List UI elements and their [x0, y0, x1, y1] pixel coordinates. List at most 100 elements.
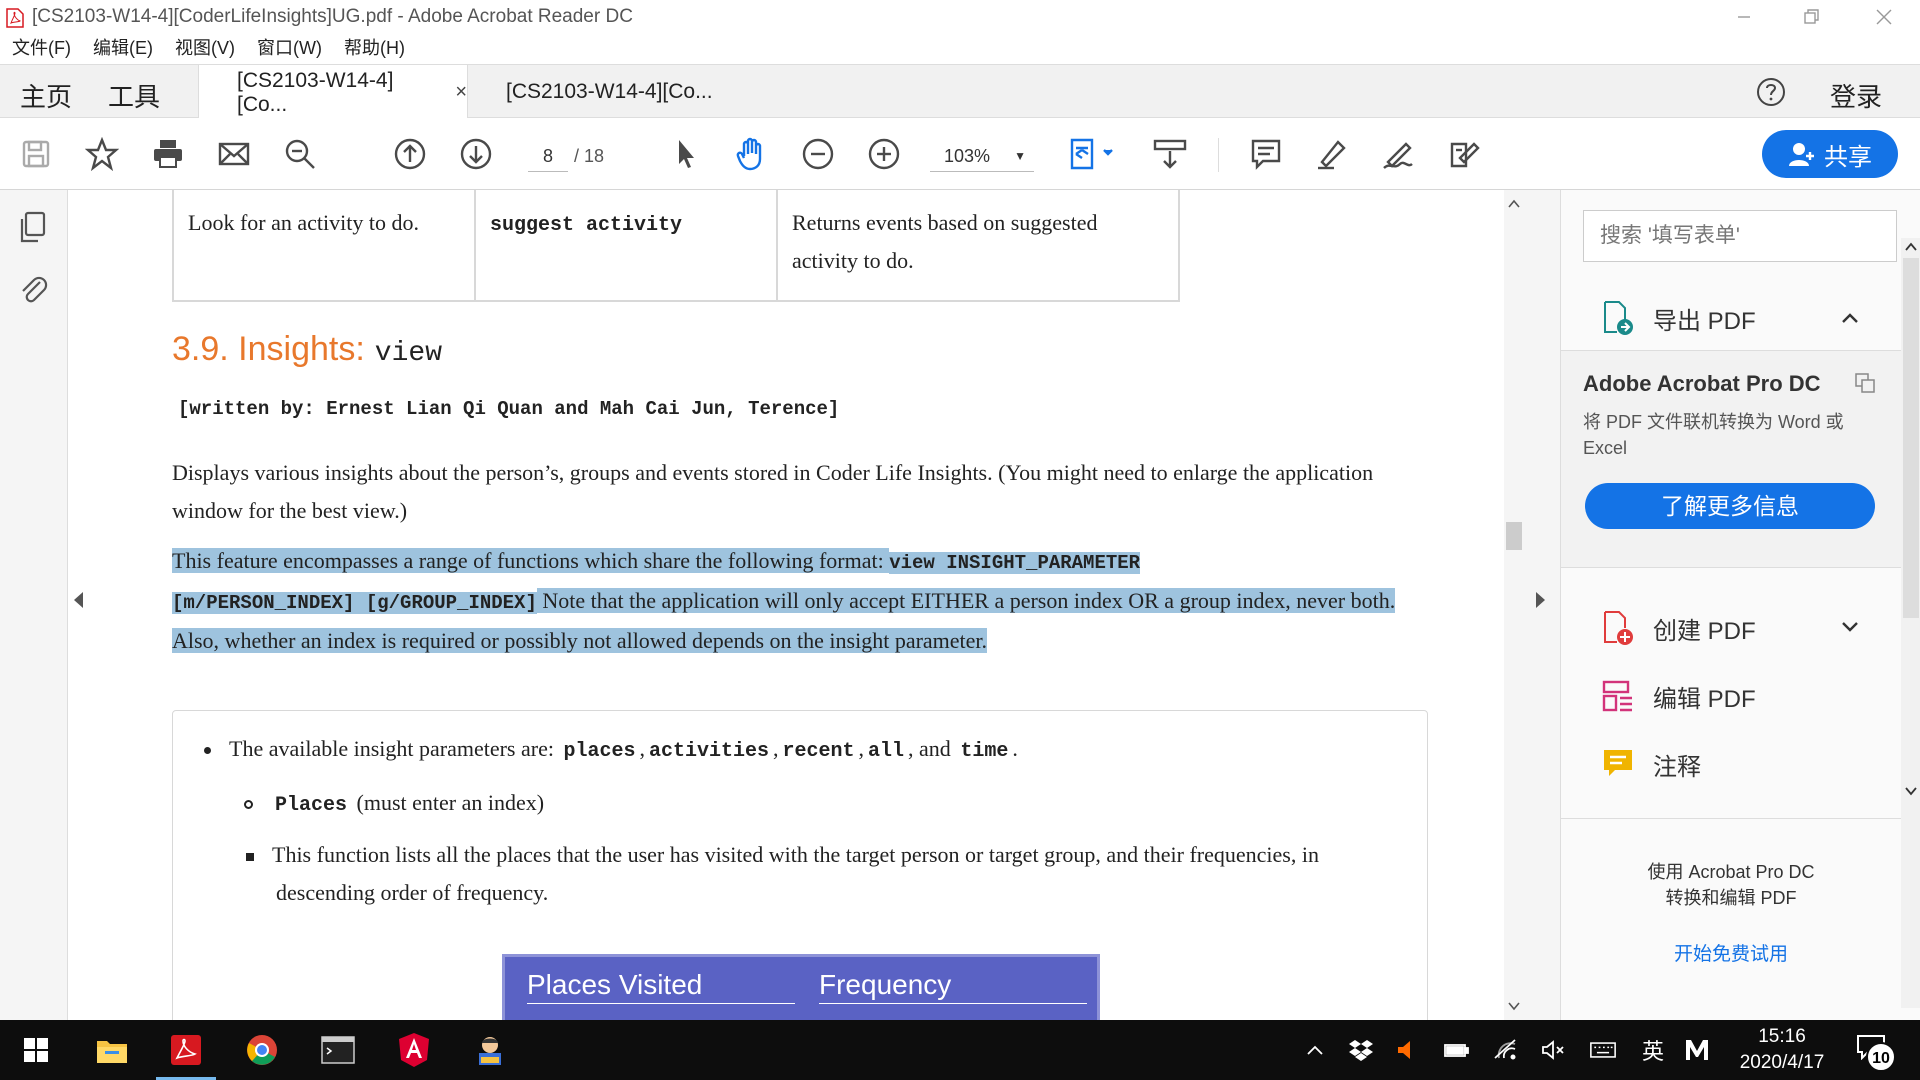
chevron-up-icon[interactable]: [1905, 242, 1917, 252]
attachment-icon[interactable]: [16, 272, 52, 308]
scrollbar-thumb[interactable]: [1903, 258, 1919, 618]
menu-window[interactable]: 窗口(W): [257, 34, 322, 64]
copy-icon[interactable]: [1853, 371, 1879, 395]
share-label: 共享: [1824, 143, 1872, 171]
email-button[interactable]: [214, 134, 254, 174]
taskbar-app-person[interactable]: [470, 1030, 510, 1070]
draw-button[interactable]: [1378, 134, 1418, 174]
menu-help[interactable]: 帮助(H): [344, 34, 405, 64]
comment-label: 注释: [1653, 753, 1701, 781]
edit-pdf-item[interactable]: 编辑 PDF: [1601, 678, 1756, 714]
export-pdf-icon: [1604, 301, 1633, 335]
restore-icon: [1804, 9, 1819, 24]
zoom-in-button[interactable]: [864, 134, 904, 174]
comment-tool-icon: [1604, 750, 1632, 776]
login-link[interactable]: 登录: [1830, 77, 1882, 114]
highlight-button[interactable]: [1312, 134, 1352, 174]
comment-button[interactable]: [1246, 134, 1286, 174]
help-icon[interactable]: [1756, 77, 1786, 107]
taskbar-terminal[interactable]: [318, 1030, 358, 1070]
table-cell: suggest activity: [474, 190, 778, 302]
comment-item[interactable]: 注释: [1601, 746, 1701, 782]
ime-m-icon: [1686, 1040, 1708, 1060]
chevron-down-icon[interactable]: [1841, 620, 1859, 632]
menu-file[interactable]: 文件(F): [12, 34, 71, 64]
tab-home[interactable]: 主页: [20, 77, 72, 114]
start-button[interactable]: [16, 1030, 56, 1070]
export-pdf-item[interactable]: 导出 PDF: [1601, 300, 1756, 336]
bullet: [246, 852, 254, 861]
trial-line-1: 使用 Acrobat Pro DC: [1647, 862, 1815, 882]
print-button[interactable]: [148, 134, 188, 174]
tray-wifi-icon[interactable]: [1492, 1038, 1518, 1062]
taskbar-angular[interactable]: [394, 1030, 434, 1070]
page-thumbnails-icon[interactable]: [16, 210, 52, 246]
save-button[interactable]: [16, 134, 56, 174]
tab-close-icon[interactable]: ×: [455, 81, 467, 104]
hand-tool-button[interactable]: [732, 134, 772, 174]
chevron-up-icon[interactable]: [1841, 312, 1859, 324]
trial-description: 使用 Acrobat Pro DC 转换和编辑 PDF: [1561, 859, 1901, 911]
dropbox-icon: [1349, 1040, 1373, 1061]
chevron-up-icon[interactable]: [1508, 198, 1520, 210]
tray-speaker-app-icon[interactable]: [1394, 1038, 1420, 1062]
commands-table: Look for an activity to do. suggest acti…: [172, 190, 1180, 302]
find-button[interactable]: [280, 134, 320, 174]
tray-dropbox-icon[interactable]: [1348, 1038, 1374, 1062]
tab-document-active[interactable]: [CS2103-W14-4][Co... ×: [198, 65, 468, 120]
zoom-search-icon: [285, 139, 315, 169]
highlighted-code: [m/PERSON_INDEX] [g/GROUP_INDEX]: [172, 592, 537, 614]
taskbar: 英 15:16 2020/4/17 10: [0, 1020, 1920, 1080]
document-scrollbar[interactable]: [1504, 190, 1524, 1020]
tools-search-input[interactable]: 搜索 '填写表单': [1583, 210, 1897, 262]
taskbar-chrome[interactable]: [242, 1030, 282, 1070]
select-tool-button[interactable]: [666, 134, 706, 174]
restore-button[interactable]: [1792, 4, 1832, 30]
right-panel-scrollbar[interactable]: [1901, 238, 1920, 1008]
create-pdf-item[interactable]: 创建 PDF: [1601, 610, 1756, 646]
chevron-down-icon[interactable]: [1508, 1000, 1520, 1012]
tray-keyboard-icon[interactable]: [1590, 1038, 1616, 1062]
fill-sign-button[interactable]: [1444, 134, 1484, 174]
page-number-input[interactable]: 8: [528, 140, 568, 172]
table-row: Look for an activity to do. suggest acti…: [172, 190, 1180, 302]
zoom-out-button[interactable]: [798, 134, 838, 174]
tray-ime-language[interactable]: 英: [1640, 1038, 1666, 1064]
bookmark-button[interactable]: [82, 134, 122, 174]
right-tools-panel: 搜索 '填写表单' 导出 PDF Adobe Acrobat Pro DC 将 …: [1560, 190, 1920, 1020]
taskbar-acrobat[interactable]: [156, 1030, 216, 1080]
paragraph-format: This feature encompasses a range of func…: [172, 542, 1442, 660]
next-page-button[interactable]: [456, 134, 496, 174]
minimize-button[interactable]: [1724, 4, 1764, 30]
list-item: This function lists all the places that …: [246, 836, 1376, 912]
prev-page-button[interactable]: [390, 134, 430, 174]
comment-icon: [1251, 139, 1281, 170]
scroll-mode-button[interactable]: [1150, 134, 1190, 174]
fit-page-button[interactable]: [1066, 134, 1120, 174]
menu-view[interactable]: 视图(V): [175, 34, 235, 64]
inline-code: activities: [648, 740, 770, 763]
collapse-right-panel-icon[interactable]: [1536, 592, 1545, 608]
scrollbar-thumb[interactable]: [1506, 522, 1522, 550]
free-trial-link[interactable]: 开始免费试用: [1561, 939, 1901, 966]
chevron-down-icon[interactable]: [1905, 786, 1917, 796]
taskbar-clock[interactable]: 15:16 2020/4/17: [1736, 1024, 1828, 1076]
action-center-button[interactable]: 10: [1856, 1034, 1896, 1072]
close-window-button[interactable]: [1864, 4, 1904, 30]
tab-document-2[interactable]: [CS2103-W14-4][Co...: [468, 65, 738, 119]
taskbar-file-explorer[interactable]: [92, 1030, 132, 1070]
tray-overflow-chevron-icon[interactable]: [1302, 1038, 1328, 1062]
learn-more-button[interactable]: 了解更多信息: [1585, 483, 1875, 529]
tab-tools[interactable]: 工具: [108, 77, 160, 114]
collapse-left-panel-icon[interactable]: [74, 592, 83, 608]
tray-volume-icon[interactable]: [1540, 1038, 1566, 1062]
tray-ime-mode-icon[interactable]: [1684, 1038, 1710, 1062]
tray-battery-icon[interactable]: [1444, 1038, 1470, 1062]
clock-time: 15:16: [1758, 1026, 1806, 1047]
promo-description: 将 PDF 文件联机转换为 Word 或 Excel: [1583, 412, 1844, 458]
menu-edit[interactable]: 编辑(E): [93, 34, 153, 64]
hand-icon: [736, 137, 762, 171]
zoom-level-select[interactable]: 103% ▼: [930, 140, 1034, 172]
share-button[interactable]: 共享: [1762, 130, 1898, 178]
list-item-text: (must enter an index): [356, 790, 545, 815]
